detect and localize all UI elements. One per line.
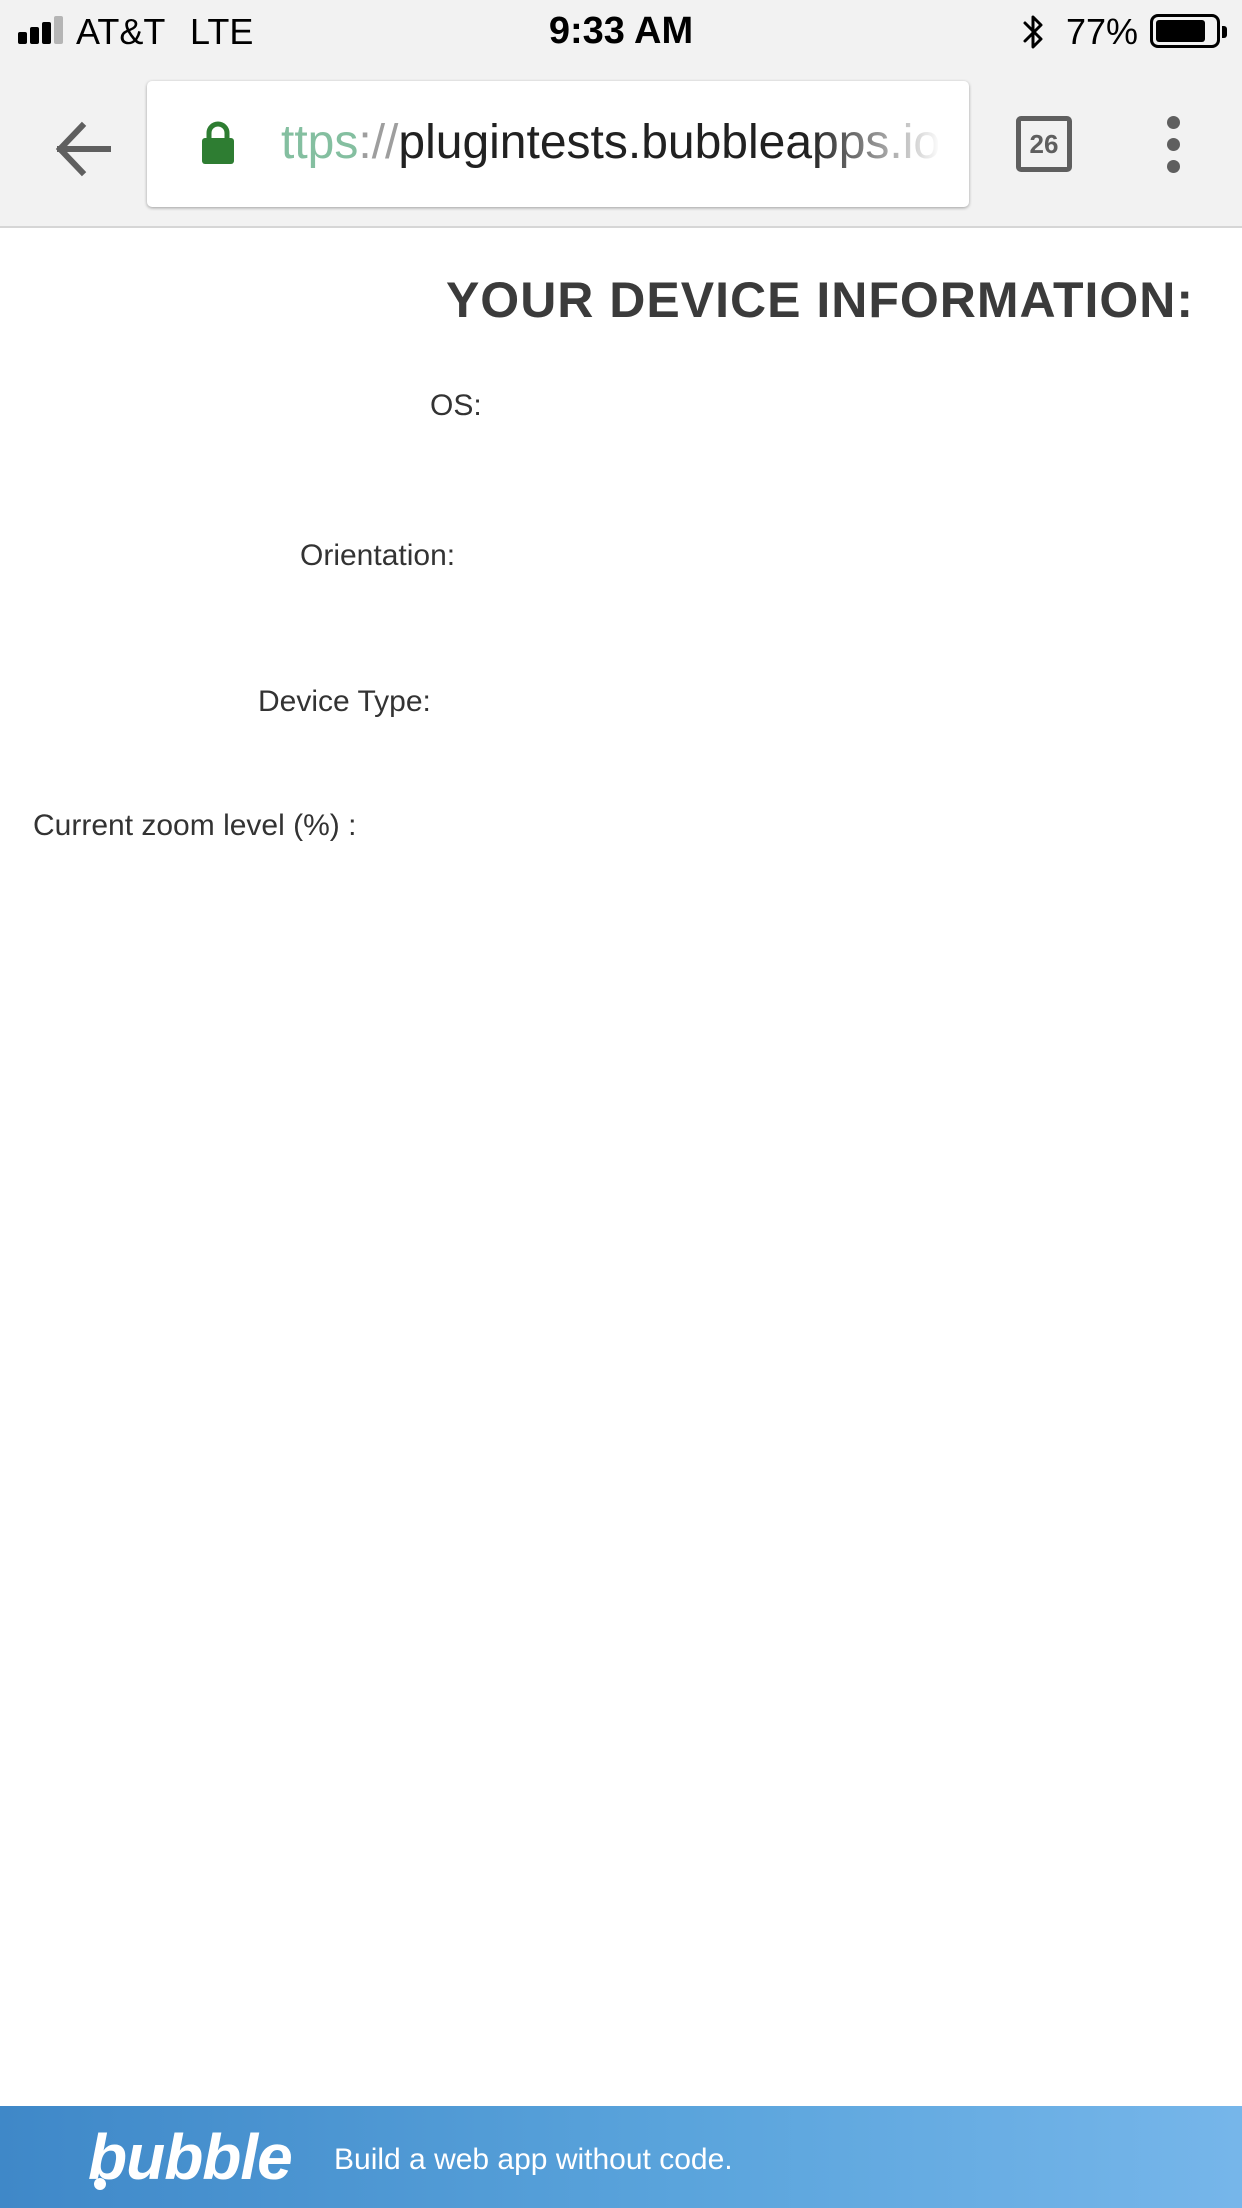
bubble-footer-banner[interactable]: bubble Build a web app without code.: [0, 2106, 1242, 2208]
url-separator: ://: [358, 116, 399, 169]
tab-switcher-button[interactable]: 26: [1016, 116, 1072, 172]
back-arrow-icon[interactable]: [50, 114, 120, 184]
more-menu-icon[interactable]: [1160, 116, 1188, 176]
address-bar[interactable]: ttps://plugintests.bubbleapps.io: [147, 81, 969, 207]
device-type-label: Device Type:: [258, 685, 431, 718]
status-bar: AT&T LTE 9:33 AM 77%: [0, 0, 1242, 64]
browser-toolbar: ttps://plugintests.bubbleapps.io 26: [0, 64, 1242, 228]
url-scheme: ttps: [281, 116, 359, 169]
bubble-logo-dot: [94, 2178, 106, 2190]
lock-icon: [202, 121, 234, 164]
bubble-logo[interactable]: bubble: [88, 2120, 293, 2194]
orientation-label: Orientation:: [300, 539, 456, 572]
url-text[interactable]: ttps://plugintests.bubbleapps.io: [281, 111, 941, 175]
os-label: OS:: [430, 389, 482, 422]
status-time: 9:33 AM: [548, 10, 694, 52]
battery-icon: [1150, 14, 1227, 48]
url-host: plugintests.bubbleapps.io: [398, 116, 941, 169]
footer-tagline: Build a web app without code.: [334, 2143, 733, 2176]
zoom-level-label: Current zoom level (%) :: [33, 809, 357, 842]
screen: AT&T LTE 9:33 AM 77% ttps://plugintests.…: [0, 0, 1242, 2208]
bubble-logo-text: bubble: [88, 2121, 293, 2193]
bluetooth-icon: [1023, 15, 1043, 49]
battery-percent: 77%: [1066, 11, 1139, 52]
page-title: YOUR DEVICE INFORMATION:: [445, 272, 1195, 328]
